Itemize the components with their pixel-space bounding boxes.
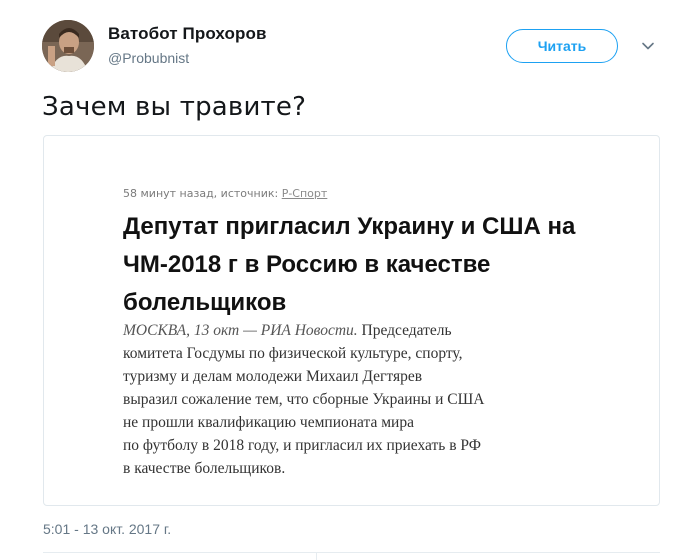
avatar[interactable] — [42, 20, 94, 72]
card-body-line: не прошли квалификацию чемпионата мира — [123, 414, 414, 431]
card-meta-source[interactable]: Р-Спорт — [282, 187, 328, 200]
card-body-line: туризму и делам молодежи Михаил Дегтярев — [123, 368, 423, 385]
card-body-lead: МОСКВА, 13 окт — РИА Новости. — [123, 322, 358, 339]
card-body-line: выразил сожаление тем, что сборные Украи… — [123, 391, 485, 408]
card-meta: 58 минут назад, источник: Р-Спорт — [123, 187, 327, 200]
author-name[interactable]: Ватобот Прохоров — [108, 24, 267, 44]
card-body-line: по футболу в 2018 году, и пригласил их п… — [123, 437, 482, 454]
link-card[interactable]: 58 минут назад, источник: Р-Спорт Депута… — [43, 135, 660, 506]
tweet-text: Зачем вы травите? — [42, 92, 307, 122]
card-body-line: комитета Госдумы по физической культуре,… — [123, 345, 463, 362]
author-handle[interactable]: @Probubnist — [108, 50, 189, 66]
card-body-line: в качестве болельщиков. — [123, 460, 286, 477]
card-meta-time: 58 минут назад, источник: — [123, 187, 282, 200]
tweet-timestamp[interactable]: 5:01 - 13 окт. 2017 г. — [43, 521, 171, 537]
divider — [43, 552, 660, 553]
card-body: МОСКВА, 13 окт — РИА Новости. Председате… — [123, 319, 593, 480]
card-body-text: Председатель — [357, 322, 452, 339]
tweet: Ватобот Прохоров @Probubnist Читать Заче… — [0, 0, 698, 560]
chevron-down-icon[interactable] — [641, 39, 655, 53]
card-body-line: МОСКВА, 13 окт — РИА Новости. Председате… — [123, 319, 593, 342]
card-title[interactable]: Депутат пригласил Украину и США на ЧМ-20… — [123, 208, 593, 322]
avatar-image — [42, 20, 94, 72]
divider-tick — [316, 552, 317, 560]
follow-button[interactable]: Читать — [506, 29, 618, 63]
